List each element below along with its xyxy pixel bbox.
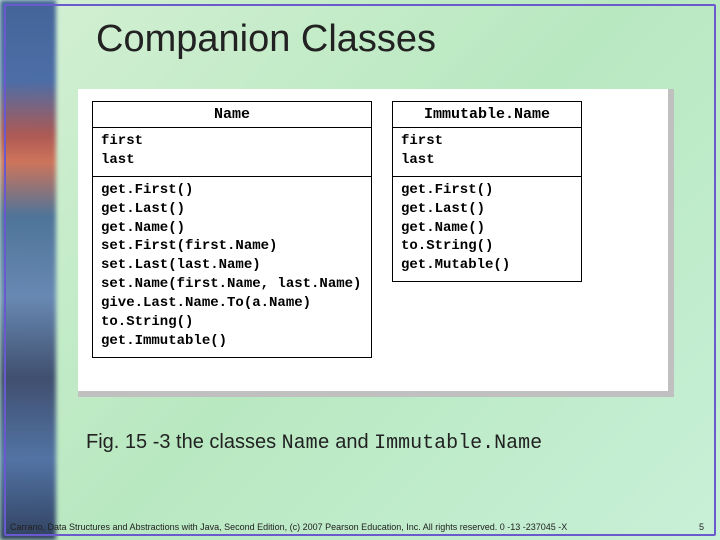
page-number: 5: [699, 522, 704, 532]
uml-class-name-header: Name: [93, 102, 371, 128]
decorative-left-strip: [0, 0, 56, 540]
uml-class-name-fields: first last: [93, 128, 371, 177]
uml-class-immutable-name: Immutable.Name first last get.First() ge…: [392, 101, 582, 282]
figure-shadow: Name first last get.First() get.Last() g…: [78, 89, 674, 397]
caption-prefix: Fig. 15 -3 the classes: [86, 431, 282, 453]
slide-title: Companion Classes: [96, 18, 700, 61]
slide-footer: Carrano, Data Structures and Abstraction…: [10, 522, 710, 532]
uml-class-name-methods: get.First() get.Last() get.Name() set.Fi…: [93, 177, 371, 357]
uml-figure: Name first last get.First() get.Last() g…: [78, 89, 668, 391]
figure-caption: Fig. 15 -3 the classes Name and Immutabl…: [86, 431, 700, 455]
caption-class2: Immutable.Name: [374, 432, 542, 455]
caption-class1: Name: [282, 432, 330, 455]
slide-content: Companion Classes Name first last get.Fi…: [56, 0, 720, 540]
caption-mid: and: [330, 431, 374, 453]
footer-text: Carrano, Data Structures and Abstraction…: [10, 522, 567, 532]
uml-class-name: Name first last get.First() get.Last() g…: [92, 101, 372, 358]
uml-class-immutable-fields: first last: [393, 128, 581, 177]
uml-class-immutable-header: Immutable.Name: [393, 102, 581, 128]
uml-class-immutable-methods: get.First() get.Last() get.Name() to.Str…: [393, 177, 581, 281]
